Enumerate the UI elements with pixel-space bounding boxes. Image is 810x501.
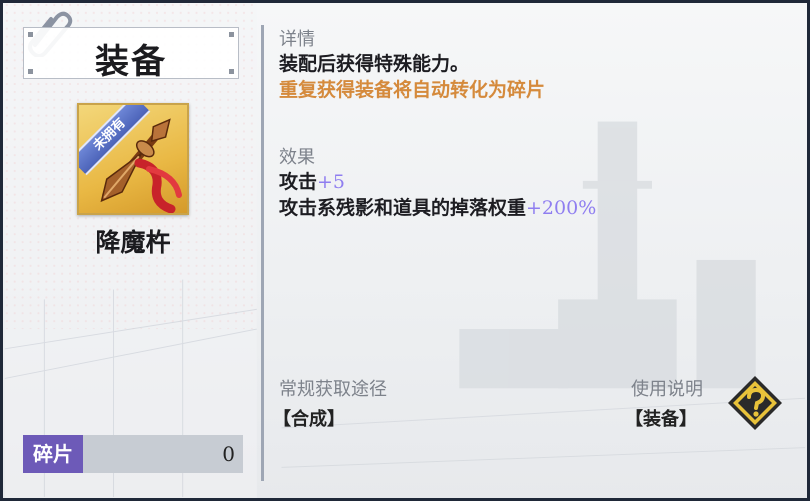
panel-divider	[261, 25, 264, 481]
acquire-route[interactable]: 【合成】	[273, 405, 345, 431]
effect-line-drop-weight: 攻击系残影和道具的掉落权重+200%	[279, 193, 596, 220]
shard-count: 0	[222, 442, 235, 466]
usage-label: 使用说明	[631, 379, 703, 400]
details-desc: 装配后获得特殊能力。	[279, 53, 470, 75]
details-note: 重复获得装备将自动转化为碎片	[279, 79, 546, 101]
details-label: 详情	[279, 29, 315, 50]
shard-bar: 碎片 0	[23, 435, 243, 473]
effect-drop-label: 攻击系残影和道具的掉落权重	[279, 197, 527, 219]
effects-label: 效果	[279, 147, 315, 168]
equipment-dialog: 装备 未拥有 降魔杵 碎片 0 详情 装配后获得特殊能力。 重复获得装备将自动转…	[0, 0, 810, 501]
page-title: 装备	[95, 42, 167, 82]
question-mark-icon[interactable]	[725, 373, 785, 433]
effect-attack-value: +5	[317, 171, 346, 193]
detail-content: 详情 装配后获得特殊能力。 重复获得装备将自动转化为碎片 效果 攻击+5 攻击系…	[273, 3, 799, 498]
acquire-label: 常规获取途径	[279, 379, 387, 400]
usage-value[interactable]: 【装备】	[625, 405, 697, 431]
shard-label: 碎片	[23, 435, 83, 473]
effect-attack-label: 攻击	[279, 171, 318, 193]
effect-line-attack: 攻击+5	[279, 167, 345, 194]
title-box: 装备	[23, 27, 239, 82]
item-card[interactable]: 未拥有	[77, 103, 189, 215]
item-name: 降魔杵	[95, 228, 171, 257]
effect-drop-value: +200%	[526, 197, 597, 219]
